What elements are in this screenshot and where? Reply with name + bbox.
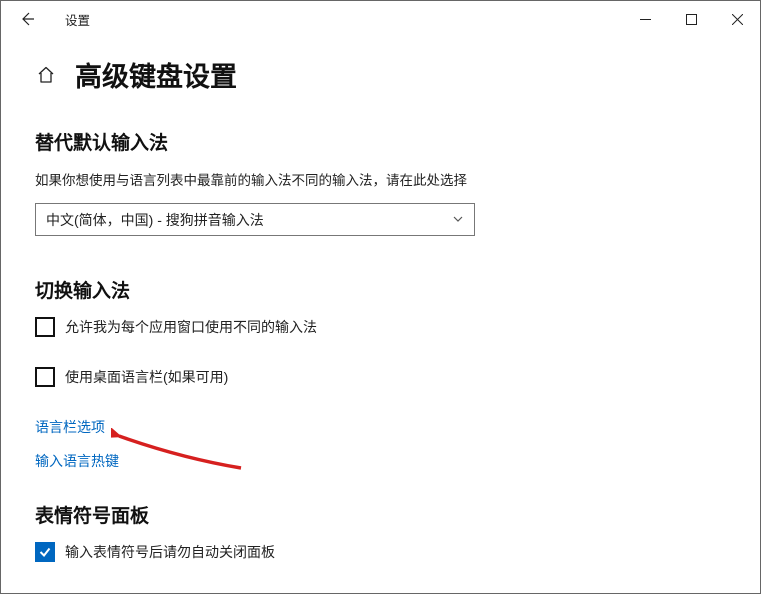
home-icon xyxy=(36,65,56,85)
maximize-button[interactable] xyxy=(668,3,714,35)
dropdown-value: 中文(简体，中国) - 搜狗拼音输入法 xyxy=(46,210,264,230)
default-ime-dropdown[interactable]: 中文(简体，中国) - 搜狗拼音输入法 xyxy=(35,203,475,236)
link-langbar-options[interactable]: 语言栏选项 xyxy=(35,417,726,437)
window-title: 设置 xyxy=(45,10,90,29)
section-heading-override: 替代默认输入法 xyxy=(35,128,726,155)
back-button[interactable] xyxy=(9,1,45,37)
minimize-icon xyxy=(640,14,651,25)
checkbox-per-app-ime[interactable]: 允许我为每个应用窗口使用不同的输入法 xyxy=(35,317,726,337)
section-heading-switch: 切换输入法 xyxy=(35,276,726,303)
home-button[interactable] xyxy=(35,64,57,86)
checkbox-label: 允许我为每个应用窗口使用不同的输入法 xyxy=(65,317,317,337)
checkbox-icon xyxy=(35,317,55,337)
section-heading-emoji: 表情符号面板 xyxy=(35,501,726,528)
checkbox-icon xyxy=(35,367,55,387)
checkbox-emoji-autoclose[interactable]: 输入表情符号后请勿自动关闭面板 xyxy=(35,542,726,562)
link-input-hotkeys[interactable]: 输入语言热键 xyxy=(35,451,726,471)
maximize-icon xyxy=(686,14,697,25)
arrow-left-icon xyxy=(19,11,35,27)
checkbox-label: 使用桌面语言栏(如果可用) xyxy=(65,367,228,387)
close-icon xyxy=(732,14,743,25)
checkbox-desktop-langbar[interactable]: 使用桌面语言栏(如果可用) xyxy=(35,367,726,387)
minimize-button[interactable] xyxy=(622,3,668,35)
checkbox-label: 输入表情符号后请勿自动关闭面板 xyxy=(65,542,275,562)
close-button[interactable] xyxy=(714,3,760,35)
page-title: 高级键盘设置 xyxy=(75,55,237,94)
checkbox-checked-icon xyxy=(35,542,55,562)
chevron-down-icon xyxy=(452,212,464,228)
section-description: 如果你想使用与语言列表中最靠前的输入法不同的输入法，请在此处选择 xyxy=(35,169,726,189)
